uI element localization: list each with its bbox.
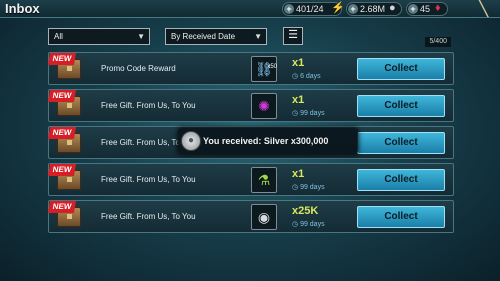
expiry-days-value: 99 days bbox=[300, 110, 325, 117]
add-silver-icon[interactable]: + bbox=[348, 4, 358, 14]
ruby-icon: ♦ bbox=[435, 2, 441, 14]
new-badge: NEW bbox=[47, 127, 77, 139]
message-row[interactable]: NEW Promo Code Reward ⛓ x50 x1 ◷ 6 days C… bbox=[47, 52, 454, 85]
expiry-days-value: 6 days bbox=[300, 73, 321, 80]
chevron-down-icon: ▼ bbox=[254, 32, 262, 41]
expiry-days: ◷ 99 days bbox=[292, 184, 325, 191]
energy-value: 401/24 bbox=[296, 4, 324, 14]
new-badge: NEW bbox=[47, 201, 77, 213]
message-subject: Free Gift. From Us, To You bbox=[101, 101, 196, 110]
collect-button[interactable]: Collect bbox=[357, 206, 445, 228]
reward-toast: ● You received: Silver x300,000 bbox=[178, 128, 358, 154]
message-subject: Free Gift. From Us, To You bbox=[101, 175, 196, 184]
sort-filter-select[interactable]: By Received Date ▼ bbox=[165, 28, 267, 45]
close-icon[interactable]: ╲ bbox=[472, 0, 494, 18]
item-badge: x50 bbox=[267, 64, 277, 70]
lightning-icon: ⚡ bbox=[331, 2, 345, 14]
message-row[interactable]: NEW Free Gift. From Us, To You ◉ x25K ◷ … bbox=[47, 200, 454, 233]
reward-quantity: x1 bbox=[292, 57, 305, 69]
new-badge: NEW bbox=[47, 90, 77, 102]
collect-button[interactable]: Collect bbox=[357, 132, 445, 154]
expiry-days-value: 99 days bbox=[300, 221, 325, 228]
expiry-days: ◷ 99 days bbox=[292, 110, 325, 117]
potion-icon: ⚗ bbox=[251, 167, 277, 193]
top-bar: Inbox + 401/24 ⚡ + 2.68M ● + 45 ♦ ╲ bbox=[0, 0, 500, 18]
type-filter-value: All bbox=[54, 32, 63, 41]
message-row[interactable]: NEW Free Gift. From Us, To You ⚗ x1 ◷ 99… bbox=[47, 163, 454, 196]
add-gems-icon[interactable]: + bbox=[408, 4, 418, 14]
gems-counter[interactable]: + 45 ♦ bbox=[406, 2, 448, 16]
silver-coins-icon: ◉ bbox=[251, 204, 277, 230]
reward-quantity: x25K bbox=[292, 205, 319, 217]
add-energy-icon[interactable]: + bbox=[284, 4, 294, 14]
collect-button[interactable]: Collect bbox=[357, 169, 445, 191]
message-row[interactable]: NEW Free Gift. From Us, To You ✺ x1 ◷ 99… bbox=[47, 89, 454, 122]
energy-counter[interactable]: + 401/24 ⚡ bbox=[282, 2, 345, 16]
expiry-days: ◷ 6 days bbox=[292, 73, 321, 80]
expiry-days-value: 99 days bbox=[300, 184, 325, 191]
collect-button[interactable]: Collect bbox=[357, 95, 445, 117]
purple-gem-icon: ✺ bbox=[251, 93, 277, 119]
toast-message: You received: Silver x300,000 bbox=[203, 136, 329, 146]
silver-value: 2.68M bbox=[360, 4, 386, 14]
silver-counter[interactable]: + 2.68M ● bbox=[346, 2, 402, 16]
silver-coin-icon: ● bbox=[181, 131, 201, 151]
new-badge: NEW bbox=[47, 53, 77, 65]
message-subject: Promo Code Reward bbox=[101, 64, 176, 73]
new-badge: NEW bbox=[47, 164, 77, 176]
page-title: Inbox bbox=[5, 1, 40, 16]
gems-value: 45 bbox=[420, 4, 431, 14]
message-count: 5/400 bbox=[425, 37, 451, 47]
sort-order-button[interactable]: ☰ bbox=[283, 27, 303, 45]
reward-quantity: x1 bbox=[292, 168, 305, 180]
sort-filter-value: By Received Date bbox=[171, 32, 236, 41]
type-filter-select[interactable]: All ▼ bbox=[48, 28, 150, 45]
chain-ring-icon: ⛓ x50 bbox=[251, 56, 277, 82]
collect-button[interactable]: Collect bbox=[357, 58, 445, 80]
expiry-days: ◷ 99 days bbox=[292, 221, 325, 228]
silver-coin-icon: ● bbox=[389, 2, 396, 14]
chevron-down-icon: ▼ bbox=[137, 32, 145, 41]
message-subject: Free Gift. From Us, To You bbox=[101, 212, 196, 221]
sort-icon: ☰ bbox=[288, 29, 298, 41]
reward-quantity: x1 bbox=[292, 94, 305, 106]
